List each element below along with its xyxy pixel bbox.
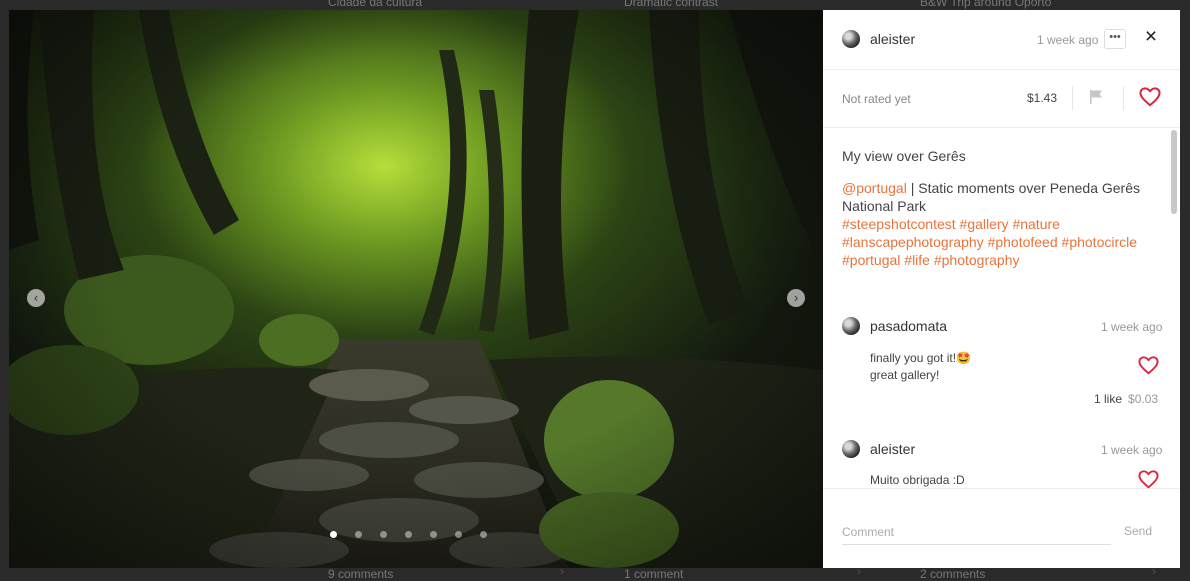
mention-link[interactable]: @portugal xyxy=(842,180,907,196)
separator: | xyxy=(910,180,915,196)
divider xyxy=(1123,86,1124,110)
close-icon: × xyxy=(1144,25,1158,48)
hashtag-link[interactable]: #photofeed xyxy=(988,234,1058,250)
rating-row: Not rated yet $1.43 xyxy=(823,70,1180,128)
comment-text: Muito obrigada :D xyxy=(870,473,965,487)
bg-post-title: Cidade da cultura xyxy=(328,0,423,9)
post-description: @portugal | Static moments over Peneda G… xyxy=(842,179,1152,269)
comment-payout: $0.03 xyxy=(1128,392,1159,406)
post-photo xyxy=(9,10,823,568)
post-payout: $1.43 xyxy=(1027,91,1058,105)
hashtag-link[interactable]: #steepshotcontest xyxy=(842,216,956,232)
comment-time: 1 week ago xyxy=(1101,443,1163,457)
like-heart-icon[interactable] xyxy=(1139,87,1161,107)
post-content-scroll[interactable]: My view over Gerês @portugal | Static mo… xyxy=(823,128,1180,488)
more-options-button[interactable]: ••• xyxy=(1104,29,1126,49)
comment-line: finally you got it! xyxy=(870,351,957,365)
comment-likes: 1 like $0.03 xyxy=(1094,392,1158,406)
hashtag-link[interactable]: #life xyxy=(904,252,930,268)
hashtag-link[interactable]: #portugal xyxy=(842,252,900,268)
hashtag-link[interactable]: #photocircle xyxy=(1062,234,1138,250)
flag-icon[interactable] xyxy=(1089,89,1103,105)
like-count[interactable]: 1 like xyxy=(1094,392,1122,406)
divider xyxy=(1072,86,1073,110)
comment-bar: Send xyxy=(823,488,1180,569)
post-time: 1 week ago xyxy=(1037,33,1099,47)
bg-post-title: B&W Trip around Oporto xyxy=(920,0,1052,9)
hashtag-link[interactable]: #lanscapephotography xyxy=(842,234,984,250)
avatar[interactable] xyxy=(842,317,860,335)
post-title: My view over Gerês xyxy=(842,148,966,164)
comment-author[interactable]: pasadomata xyxy=(870,318,947,334)
next-image-button[interactable]: › xyxy=(787,289,805,307)
close-button[interactable]: × xyxy=(1142,26,1160,48)
scrollbar[interactable] xyxy=(1171,130,1177,214)
chevron-left-icon: ‹ xyxy=(33,290,39,305)
like-heart-icon[interactable] xyxy=(1138,356,1159,375)
chevron-right-icon: › xyxy=(793,290,799,305)
post-detail-panel: aleister 1 week ago ••• × Not rated yet … xyxy=(823,10,1180,568)
bg-comment-count: 9 comments xyxy=(328,567,394,581)
hashtag-link[interactable]: #gallery xyxy=(960,216,1009,232)
slide-dot[interactable] xyxy=(405,531,412,538)
comment-author[interactable]: aleister xyxy=(870,441,915,457)
more-icon: ••• xyxy=(1109,31,1121,43)
comment-text: finally you got it!🤩 great gallery! xyxy=(870,350,971,384)
slide-dot[interactable] xyxy=(355,531,362,538)
bg-post-title: Dramatic contrast xyxy=(624,0,719,9)
rating-status: Not rated yet xyxy=(842,92,911,106)
slide-indicator xyxy=(330,531,487,538)
previous-image-button[interactable]: ‹ xyxy=(27,289,45,307)
post-header: aleister 1 week ago ••• × xyxy=(823,10,1180,70)
comment-time: 1 week ago xyxy=(1101,320,1163,334)
bg-comment-count: 2 comments xyxy=(920,567,986,581)
slide-dot[interactable] xyxy=(380,531,387,538)
slide-dot[interactable] xyxy=(330,531,337,538)
comment-input[interactable] xyxy=(842,520,1111,545)
avatar[interactable] xyxy=(842,440,860,458)
bg-comment-count: 1 comment xyxy=(624,567,684,581)
hashtag-link[interactable]: #photography xyxy=(934,252,1020,268)
comment-line: great gallery! xyxy=(870,368,940,382)
hashtag-link[interactable]: #nature xyxy=(1012,216,1059,232)
author-name[interactable]: aleister xyxy=(870,31,915,47)
star-struck-emoji: 🤩 xyxy=(956,351,971,365)
hashtag-list: #steepshotcontest #gallery #nature #lans… xyxy=(842,216,1137,268)
slide-dot[interactable] xyxy=(455,531,462,538)
send-button[interactable]: Send xyxy=(1124,524,1152,538)
slide-dot[interactable] xyxy=(480,531,487,538)
avatar[interactable] xyxy=(842,30,860,48)
slide-dot[interactable] xyxy=(430,531,437,538)
like-heart-icon[interactable] xyxy=(1138,470,1159,488)
image-viewer: ‹ › xyxy=(9,10,823,568)
